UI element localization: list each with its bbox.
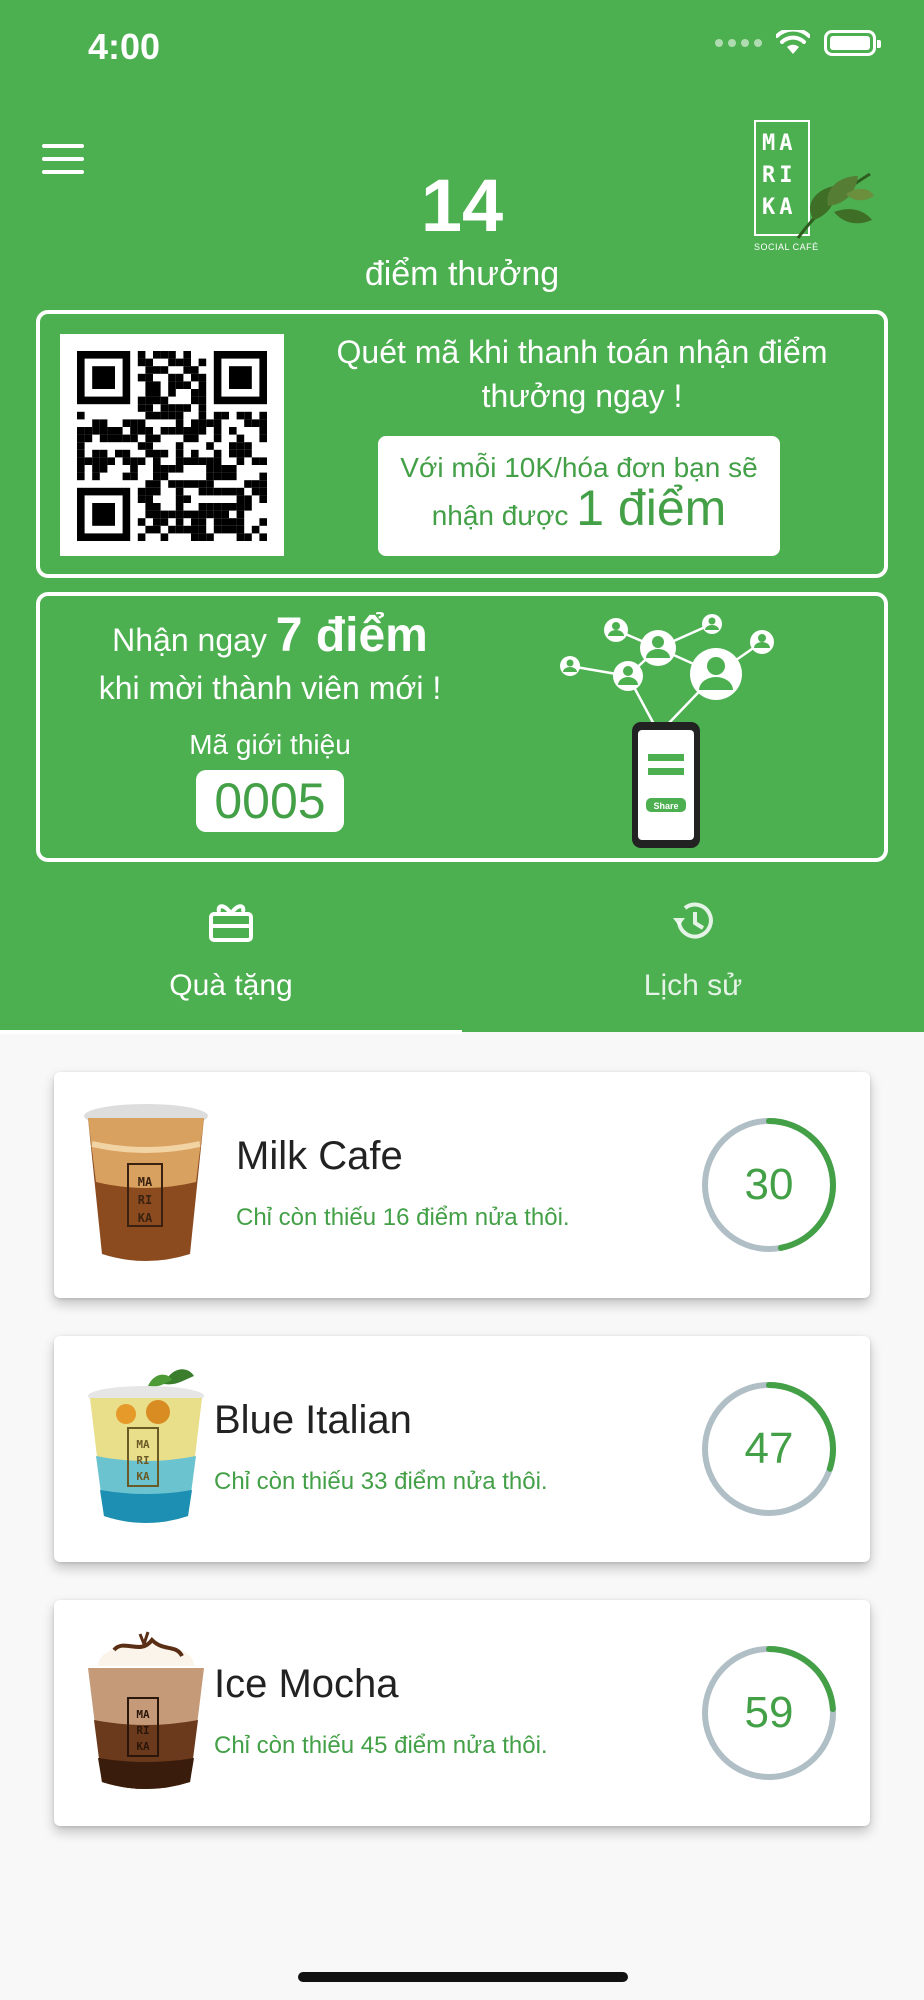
svg-text:Share: Share	[653, 801, 678, 811]
gift-name: Ice Mocha	[214, 1662, 399, 1706]
invite-condition: khi mời thành viên mới !	[98, 670, 442, 706]
gift-points-required: 59	[744, 1688, 794, 1737]
svg-text:RI: RI	[136, 1724, 149, 1737]
gift-points-needed: Chỉ còn thiếu 45 điểm nửa thôi.	[214, 1732, 548, 1759]
cellular-signal-icon	[715, 39, 762, 47]
points-rule-box: Với mỗi 10K/hóa đơn bạn sẽ nhận được 1 đ…	[378, 436, 780, 556]
invite-card: Nhận ngay 7 điểm khi mời thành viên mới …	[36, 592, 888, 862]
status-icons	[715, 30, 881, 56]
svg-text:MA: MA	[136, 1438, 150, 1451]
milk-cafe-image: MA RI KA	[84, 1104, 208, 1261]
gift-card-blue-italian[interactable]: MA RI KA Blue Italian Chỉ còn thiếu 33 đ…	[54, 1336, 870, 1562]
points-label: điểm thưởng	[364, 255, 560, 293]
ice-mocha-image: MA RI KA	[88, 1631, 204, 1789]
wifi-icon	[776, 30, 810, 54]
qr-code[interactable]	[60, 334, 284, 556]
qr-card: Quét mã khi thanh toán nhận điểm thưởng …	[36, 310, 888, 578]
svg-text:KA: KA	[136, 1740, 150, 1753]
logo-tagline: SOCIAL CAFÉ	[754, 242, 819, 252]
status-time: 4:00	[88, 26, 161, 67]
gift-name: Milk Cafe	[236, 1134, 403, 1178]
svg-text:RI: RI	[138, 1193, 152, 1207]
svg-text:MA: MA	[136, 1708, 150, 1721]
history-icon	[673, 902, 713, 939]
battery-icon	[824, 30, 881, 56]
share-network-illustration[interactable]: Share	[556, 602, 796, 852]
invite-reward: Nhận ngay 7 điểm	[112, 609, 428, 662]
points-rule-line2: nhận được 1 điểm	[431, 480, 727, 536]
tab-history-label: Lịch sử	[643, 969, 743, 1002]
referral-code-label: Mã giới thiệu	[189, 729, 351, 760]
leaf-icon	[796, 172, 874, 239]
logo-text: MA RI KA	[762, 131, 797, 220]
marika-logo: MA RI KA SOCIAL CAFÉ	[754, 120, 874, 260]
qr-instruction: Quét mã khi thanh toán nhận điểm thưởng …	[336, 334, 828, 414]
active-tab-indicator	[0, 1030, 462, 1034]
referral-code[interactable]: 0005	[196, 770, 344, 832]
gift-card-ice-mocha[interactable]: MA RI KA Ice Mocha Chỉ còn thiếu 45 điểm…	[54, 1600, 870, 1826]
blue-italian-image: MA RI KA	[88, 1369, 204, 1523]
svg-text:RI: RI	[136, 1454, 149, 1467]
gift-icon	[209, 904, 253, 942]
home-indicator[interactable]	[298, 1972, 628, 1982]
svg-text:KA: KA	[136, 1470, 150, 1483]
invite-text: Nhận ngay 7 điểm khi mời thành viên mới …	[60, 608, 480, 832]
tab-gifts-label: Quà tặng	[169, 969, 293, 1002]
svg-text:KA: KA	[138, 1211, 153, 1225]
gift-points-required: 30	[744, 1160, 794, 1209]
tab-history[interactable]: Lịch sử	[462, 890, 924, 1032]
gift-points-required: 47	[744, 1424, 794, 1473]
gift-points-needed: Chỉ còn thiếu 33 điểm nửa thôi.	[214, 1468, 548, 1495]
svg-text:MA: MA	[138, 1175, 153, 1189]
gift-points-needed: Chỉ còn thiếu 16 điểm nửa thôi.	[236, 1204, 570, 1231]
gift-card-milk-cafe[interactable]: MA RI KA Milk Cafe Chỉ còn thiếu 16 điểm…	[54, 1072, 870, 1298]
gift-name: Blue Italian	[214, 1398, 412, 1442]
tab-gifts[interactable]: Quà tặng	[0, 890, 462, 1032]
